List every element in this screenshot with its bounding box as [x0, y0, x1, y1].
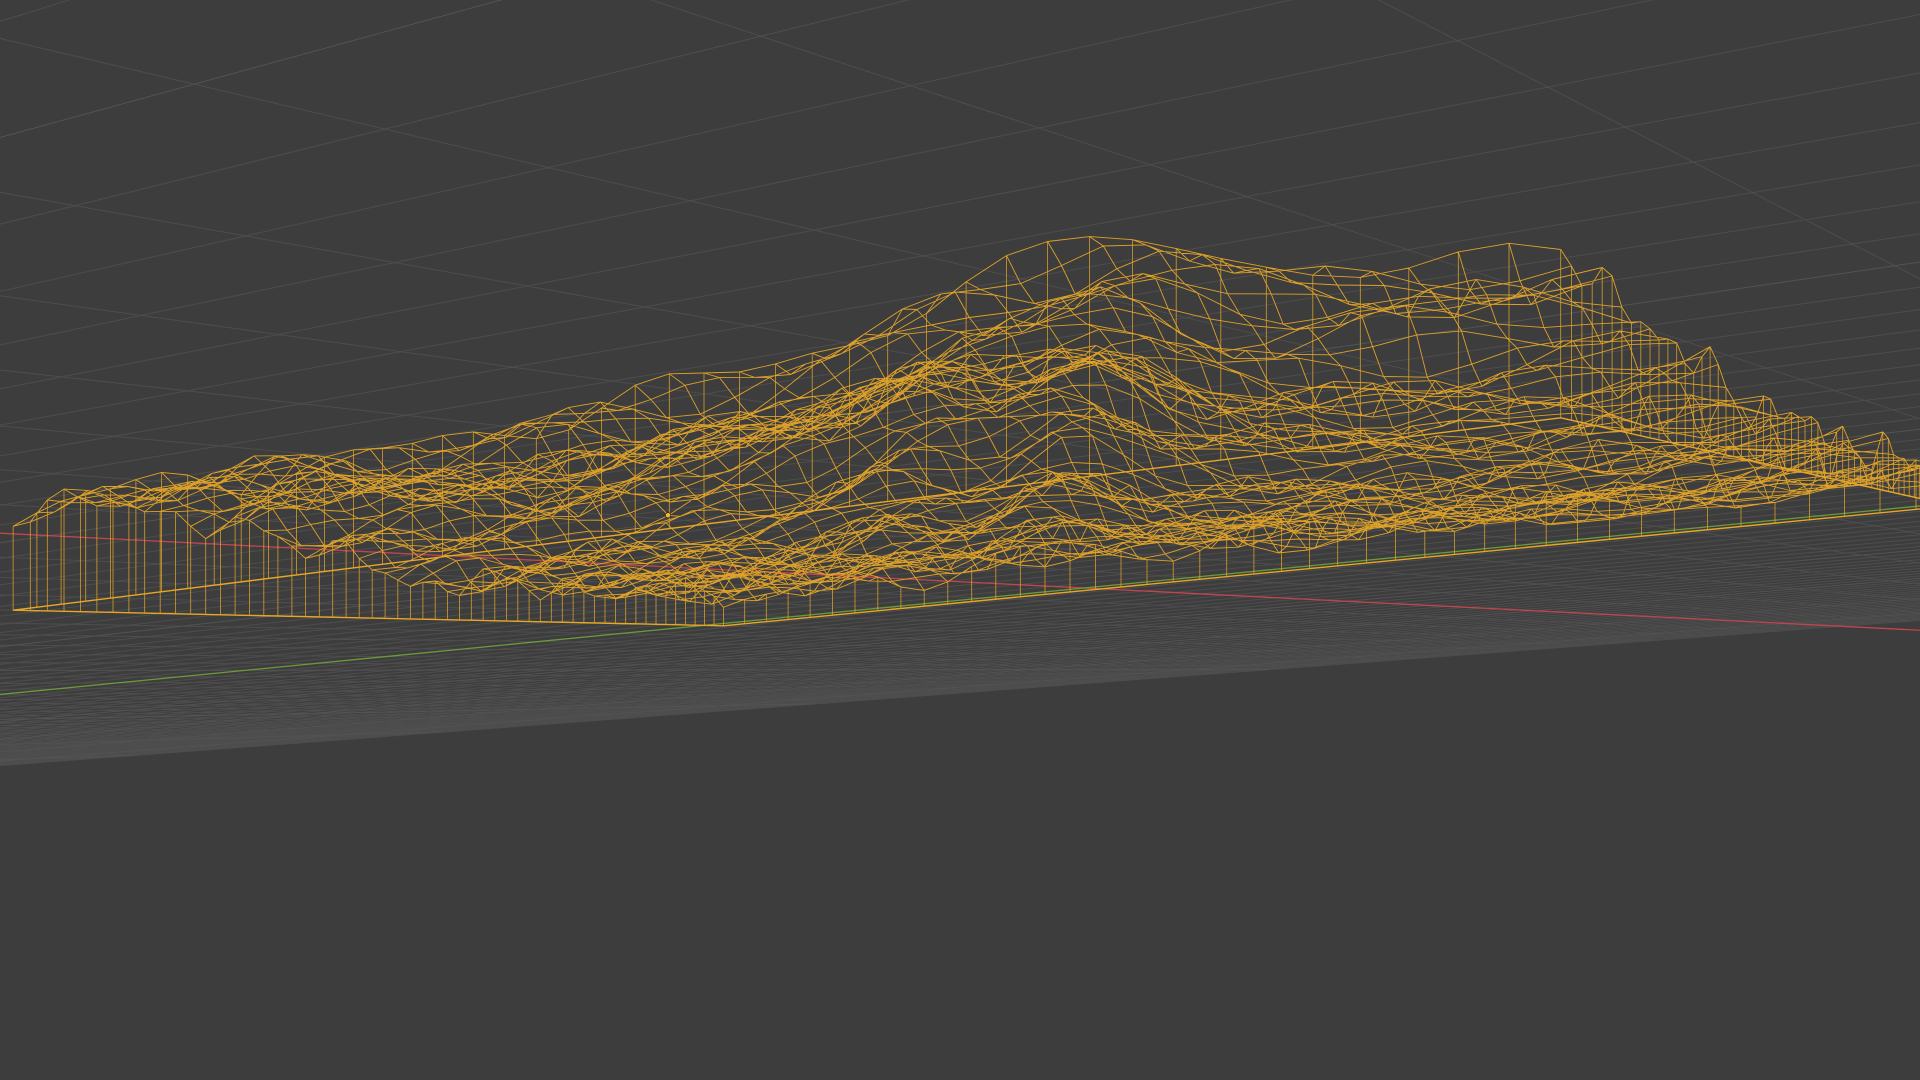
grid-floor	[0, 0, 1920, 767]
origin-dot-icon	[665, 512, 671, 519]
3d-viewport[interactable]	[0, 0, 1920, 1080]
object-origin-dot	[665, 512, 671, 519]
grid-lines-minor	[0, 0, 1920, 767]
viewport-scene[interactable]	[0, 0, 1920, 1080]
